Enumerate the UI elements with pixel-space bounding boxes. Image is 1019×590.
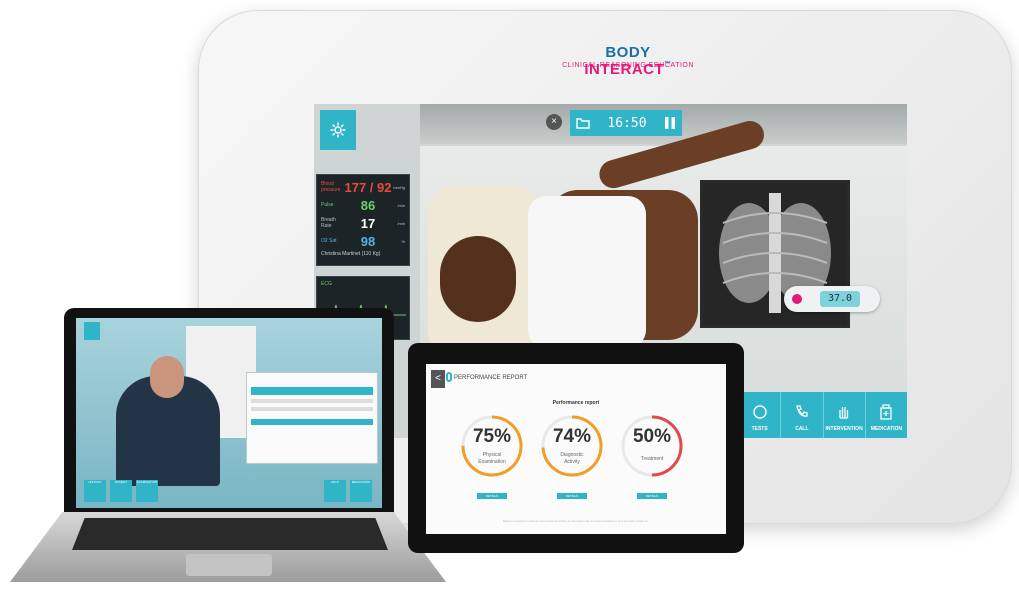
report-logo-icon xyxy=(446,372,452,382)
brand-tagline: CLINICAL REASONING EDUCATION xyxy=(562,62,694,69)
details-button-diagnostic[interactable]: DETAILS xyxy=(557,493,587,499)
spo2-value: 98 xyxy=(360,233,376,249)
score-physical-label1: Physical xyxy=(482,452,502,458)
tab-medication[interactable]: MEDICATION xyxy=(864,392,907,438)
test-icon xyxy=(752,405,767,419)
ecg-label: ECG xyxy=(321,281,332,287)
tab-medication-label: MEDICATION xyxy=(870,426,903,432)
details-button-treatment[interactable]: DETAILS xyxy=(637,493,667,499)
patient-avatar-head xyxy=(150,356,184,398)
score-diagnostic-pct: 74% xyxy=(552,426,592,447)
action-tab-bar: TESTS CALL INTERVENTION MEDICATION xyxy=(738,392,907,438)
spo2-unit: % xyxy=(401,238,405,244)
resp-value: 17 xyxy=(360,215,376,231)
body-interact-logo: BODY INTERACT™ xyxy=(584,44,672,78)
tab-tests[interactable]: TESTS xyxy=(738,392,781,438)
score-diagnostic-label1: Diagnostic xyxy=(560,452,584,458)
keyboard xyxy=(72,518,388,550)
form-line xyxy=(251,407,373,411)
trackpad xyxy=(186,554,272,576)
resp-label: Breath Rate xyxy=(321,217,336,229)
score-treatment-pct: 50% xyxy=(632,426,672,447)
patient-shirt xyxy=(528,196,646,348)
tab-call[interactable]: CALL xyxy=(780,392,823,438)
patient-head[interactable] xyxy=(440,236,516,322)
tab-intervention-label: INTERVENTION xyxy=(825,426,863,432)
report-title: PERFORMANCE REPORT xyxy=(454,375,528,381)
laptop-medication-button[interactable]: MEDICATION xyxy=(350,480,372,502)
settings-button[interactable] xyxy=(320,110,356,150)
patient-name: Christina Martinet (110 Kg) xyxy=(321,251,381,257)
hand-icon xyxy=(839,407,849,419)
tab-call-label: CALL xyxy=(795,426,809,432)
thermometer-tip-icon xyxy=(792,294,802,304)
examination-button[interactable]: EXAMINATION xyxy=(136,480,158,502)
history-label: HISTORY xyxy=(88,480,102,484)
form-header xyxy=(251,387,373,395)
timer-display: 16:50 xyxy=(607,115,647,131)
bp-unit: mmHg xyxy=(393,184,405,190)
pulse-value: 86 xyxy=(360,197,376,213)
close-button[interactable]: × xyxy=(546,114,562,130)
report-subtitle: Performance report xyxy=(552,400,600,406)
laptop-toolbar: HISTORY PATIENT EXAMINATION HELP MEDICAT… xyxy=(84,480,374,504)
laptop-settings-button[interactable] xyxy=(84,322,100,340)
score-treatment-label1: Treatment xyxy=(640,456,664,462)
patient-button[interactable]: PATIENT xyxy=(110,480,132,502)
examination-label: EXAMINATION xyxy=(136,480,158,484)
details-button-physical[interactable]: DETAILS xyxy=(477,493,507,499)
pulse-label: Pulse xyxy=(321,202,334,208)
resp-unit: /min xyxy=(397,220,405,226)
timer-bar: 16:50 xyxy=(570,110,682,136)
history-button[interactable]: HISTORY xyxy=(84,480,106,502)
gear-icon xyxy=(330,122,346,138)
help-button[interactable]: HELP xyxy=(324,480,346,502)
phone-icon xyxy=(796,405,808,417)
bp-label: Blood pressure xyxy=(321,181,341,193)
report-footnote: Based on patient's data as advocated acc… xyxy=(503,519,649,523)
laptop-medication-label: MEDICATION xyxy=(351,480,371,484)
vitals-monitor: Blood pressure 177 / 92 mmHg Pulse 86/min B… xyxy=(316,174,410,266)
folder-icon[interactable] xyxy=(576,117,590,129)
score-physical-pct: 75% xyxy=(472,426,512,447)
back-button[interactable]: < xyxy=(431,370,445,388)
medication-icon xyxy=(880,404,893,420)
score-physical-label2: Examination xyxy=(478,459,506,465)
tab-tests-label: TESTS xyxy=(751,426,768,432)
score-diagnostic-label2: Activity xyxy=(564,459,580,465)
tab-intervention[interactable]: INTERVENTION xyxy=(822,392,865,438)
form-section xyxy=(251,419,373,425)
bp-value: 177 / 92 xyxy=(344,179,392,195)
thermometer-readout: 37.0 xyxy=(820,291,860,307)
pulse-unit: /min xyxy=(397,202,405,208)
help-label: HELP xyxy=(331,480,339,484)
form-line xyxy=(251,399,373,403)
spo2-label: O2 Sat xyxy=(321,238,337,244)
pause-icon[interactable] xyxy=(664,116,676,130)
history-form[interactable] xyxy=(246,372,378,464)
patient-label: PATIENT xyxy=(114,480,128,484)
